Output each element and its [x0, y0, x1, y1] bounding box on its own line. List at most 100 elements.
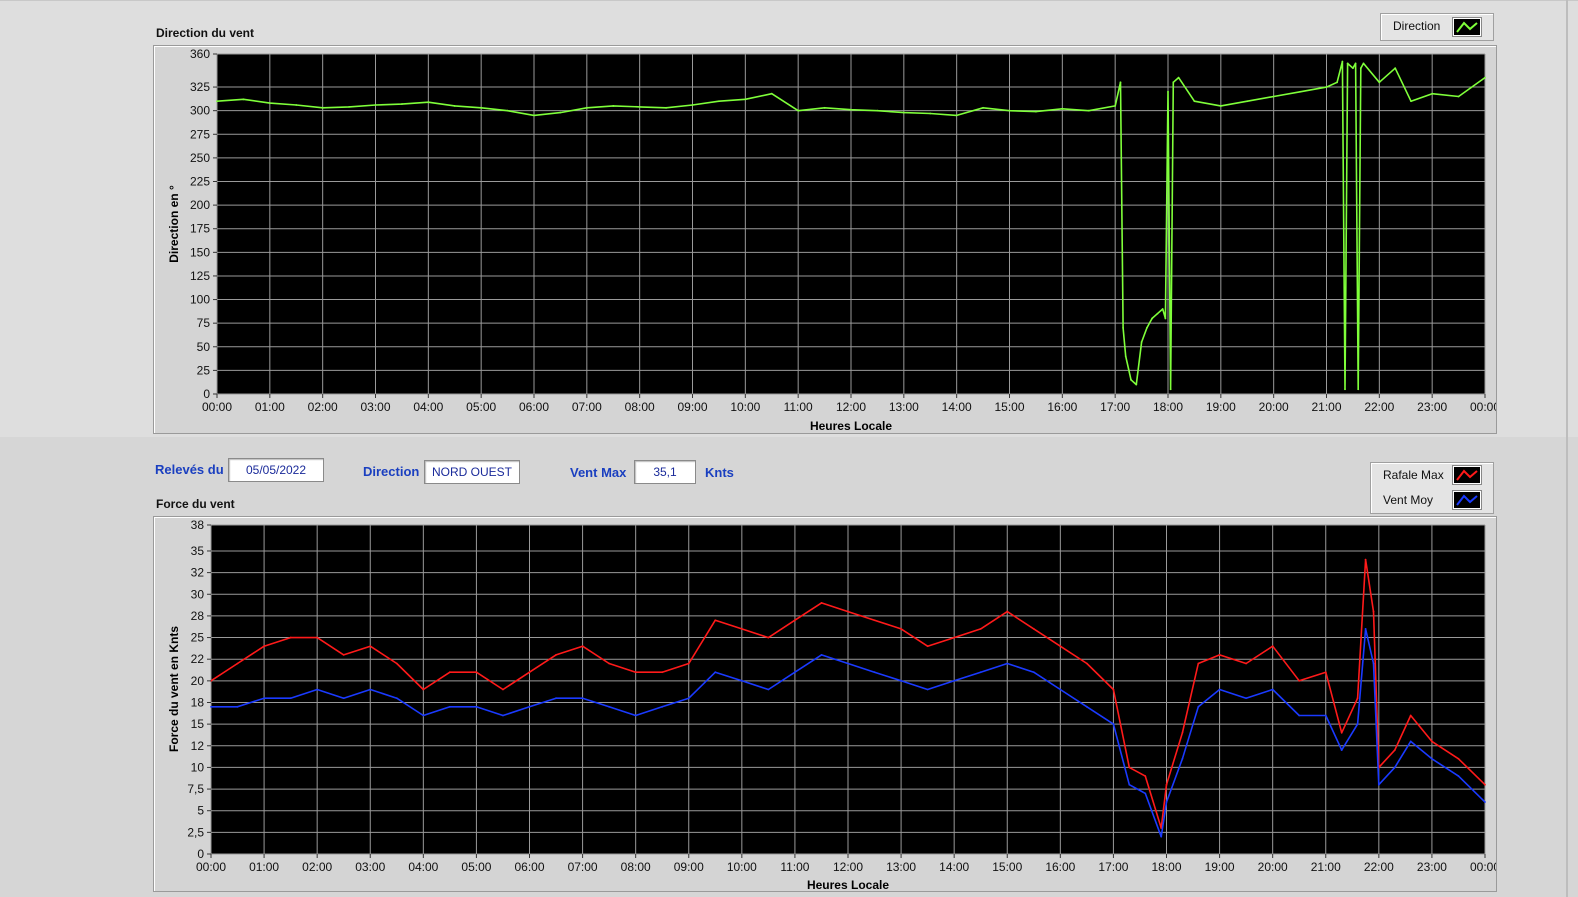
- data-point: [767, 636, 770, 639]
- x-tick-label: 21:00: [1311, 400, 1341, 414]
- legend-item-rafale-max[interactable]: Rafale Max: [1371, 463, 1493, 487]
- data-point: [1394, 67, 1397, 70]
- data-point: [1135, 383, 1138, 386]
- line-swatch-icon: [1452, 17, 1482, 37]
- legend-item-direction[interactable]: Direction: [1381, 14, 1493, 38]
- x-tick-label: 17:00: [1100, 400, 1130, 414]
- legend-item-vent-moy[interactable]: Vent Moy: [1371, 488, 1493, 512]
- y-tick-label: 28: [191, 609, 205, 623]
- data-point: [926, 645, 929, 648]
- line-swatch-icon: [1452, 465, 1482, 485]
- y-tick-label: 75: [197, 316, 211, 330]
- x-tick-label: 03:00: [360, 400, 390, 414]
- data-point: [1172, 81, 1175, 84]
- x-tick-label: 08:00: [621, 860, 651, 874]
- data-point: [900, 627, 902, 630]
- data-point: [1271, 645, 1274, 648]
- vent-max-field[interactable]: 35,1: [634, 460, 696, 484]
- data-point: [1378, 81, 1381, 84]
- y-tick-label: 150: [190, 245, 210, 259]
- y-tick-label: 22: [191, 652, 205, 666]
- data-point: [1140, 341, 1143, 343]
- data-point: [876, 109, 879, 112]
- data-point: [1393, 749, 1396, 752]
- data-point: [502, 714, 504, 717]
- data-point: [475, 705, 478, 708]
- data-point: [1364, 627, 1367, 630]
- legend-label-direction: Direction: [1393, 19, 1441, 33]
- data-point: [900, 679, 902, 682]
- data-point: [1431, 757, 1433, 760]
- y-tick-label: 25: [197, 363, 211, 377]
- data-point: [1410, 100, 1412, 103]
- data-point: [1457, 775, 1460, 777]
- direction-chart-panel: 0 25 50 75 100 125 150 175 200 225 250 275 300 325 360…: [153, 45, 1500, 434]
- x-tick-label: 14:00: [942, 400, 972, 414]
- data-point: [1484, 76, 1486, 79]
- y-tick-label: 30: [191, 587, 205, 601]
- data-point: [1165, 801, 1168, 803]
- x-tick-label: 01:00: [255, 400, 285, 414]
- data-point: [289, 636, 292, 639]
- data-point: [902, 111, 905, 114]
- x-tick-label: 23:00: [1417, 400, 1447, 414]
- x-tick-label: 20:00: [1259, 400, 1289, 414]
- data-point: [1032, 627, 1035, 630]
- y-tick-label: 25: [191, 631, 205, 645]
- legend-label-rafale-max: Rafale Max: [1383, 468, 1444, 482]
- data-point: [634, 714, 637, 717]
- data-point: [634, 671, 637, 674]
- data-point: [506, 109, 509, 112]
- x-tick-label: 09:00: [677, 400, 707, 414]
- data-point: [1344, 388, 1346, 391]
- data-point: [263, 697, 265, 700]
- direction-chart[interactable]: 0 25 50 75 100 125 150 175 200 225 250 275 300 325 360…: [154, 46, 1500, 433]
- x-tick-label: 15:00: [992, 860, 1022, 874]
- data-point: [767, 688, 770, 691]
- y-tick-label: 7,5: [187, 782, 204, 796]
- x-tick-label: 06:00: [519, 400, 549, 414]
- data-point: [1457, 757, 1460, 760]
- legend-label-vent-moy: Vent Moy: [1383, 493, 1434, 507]
- data-point: [1298, 679, 1301, 682]
- direction-value-field[interactable]: NORD OUEST: [424, 460, 520, 484]
- y-tick-label: 2,5: [187, 825, 204, 839]
- data-point: [982, 106, 984, 109]
- data-point: [794, 671, 796, 674]
- data-point: [1122, 326, 1124, 329]
- data-point: [953, 636, 956, 639]
- data-point: [1245, 662, 1248, 665]
- x-tick-label: 01:00: [249, 860, 279, 874]
- data-point: [820, 602, 823, 604]
- data-point: [687, 697, 690, 700]
- releves-date-field[interactable]: 05/05/2022: [228, 458, 324, 482]
- data-point: [1161, 308, 1164, 310]
- data-point: [1356, 723, 1359, 726]
- data-point: [1336, 81, 1338, 84]
- force-chart[interactable]: 0 2,5 5 7,5 10 12 15 18 20 22 25 28 30 32 35 38 00:00 01…: [154, 517, 1500, 892]
- y-tick-label: 10: [191, 760, 205, 774]
- data-point: [1431, 740, 1433, 743]
- x-tick-label: 22:00: [1364, 860, 1394, 874]
- force-chart-panel: 0 2,5 5 7,5 10 12 15 18 20 22 25 28 30 32 35 38 00:00 01…: [153, 516, 1500, 892]
- data-point: [1340, 749, 1343, 752]
- data-point: [718, 100, 720, 103]
- data-point: [1112, 688, 1115, 691]
- data-point: [528, 671, 531, 674]
- force-x-ticks: 00:00 01:00 02:00 03:00 04:00 05:00 06:00 07:00…: [196, 854, 1500, 874]
- force-y-ticks: 0 2,5 5 7,5 10 12 15 18 20 22 25 28 30 32 35 38: [187, 518, 211, 861]
- x-tick-label: 10:00: [730, 400, 760, 414]
- data-point: [770, 92, 773, 95]
- data-point: [242, 98, 245, 101]
- data-point: [268, 102, 271, 105]
- direction-y-axis-label: Direction en °: [167, 185, 181, 263]
- data-point: [316, 688, 319, 691]
- x-tick-label: 13:00: [889, 400, 919, 414]
- data-point: [1193, 100, 1196, 103]
- x-tick-label: 15:00: [994, 400, 1024, 414]
- x-tick-label: 00:00: [1470, 400, 1496, 414]
- data-point: [1357, 388, 1360, 391]
- x-tick-label: 06:00: [514, 860, 544, 874]
- data-point: [210, 705, 212, 708]
- data-point: [422, 688, 425, 691]
